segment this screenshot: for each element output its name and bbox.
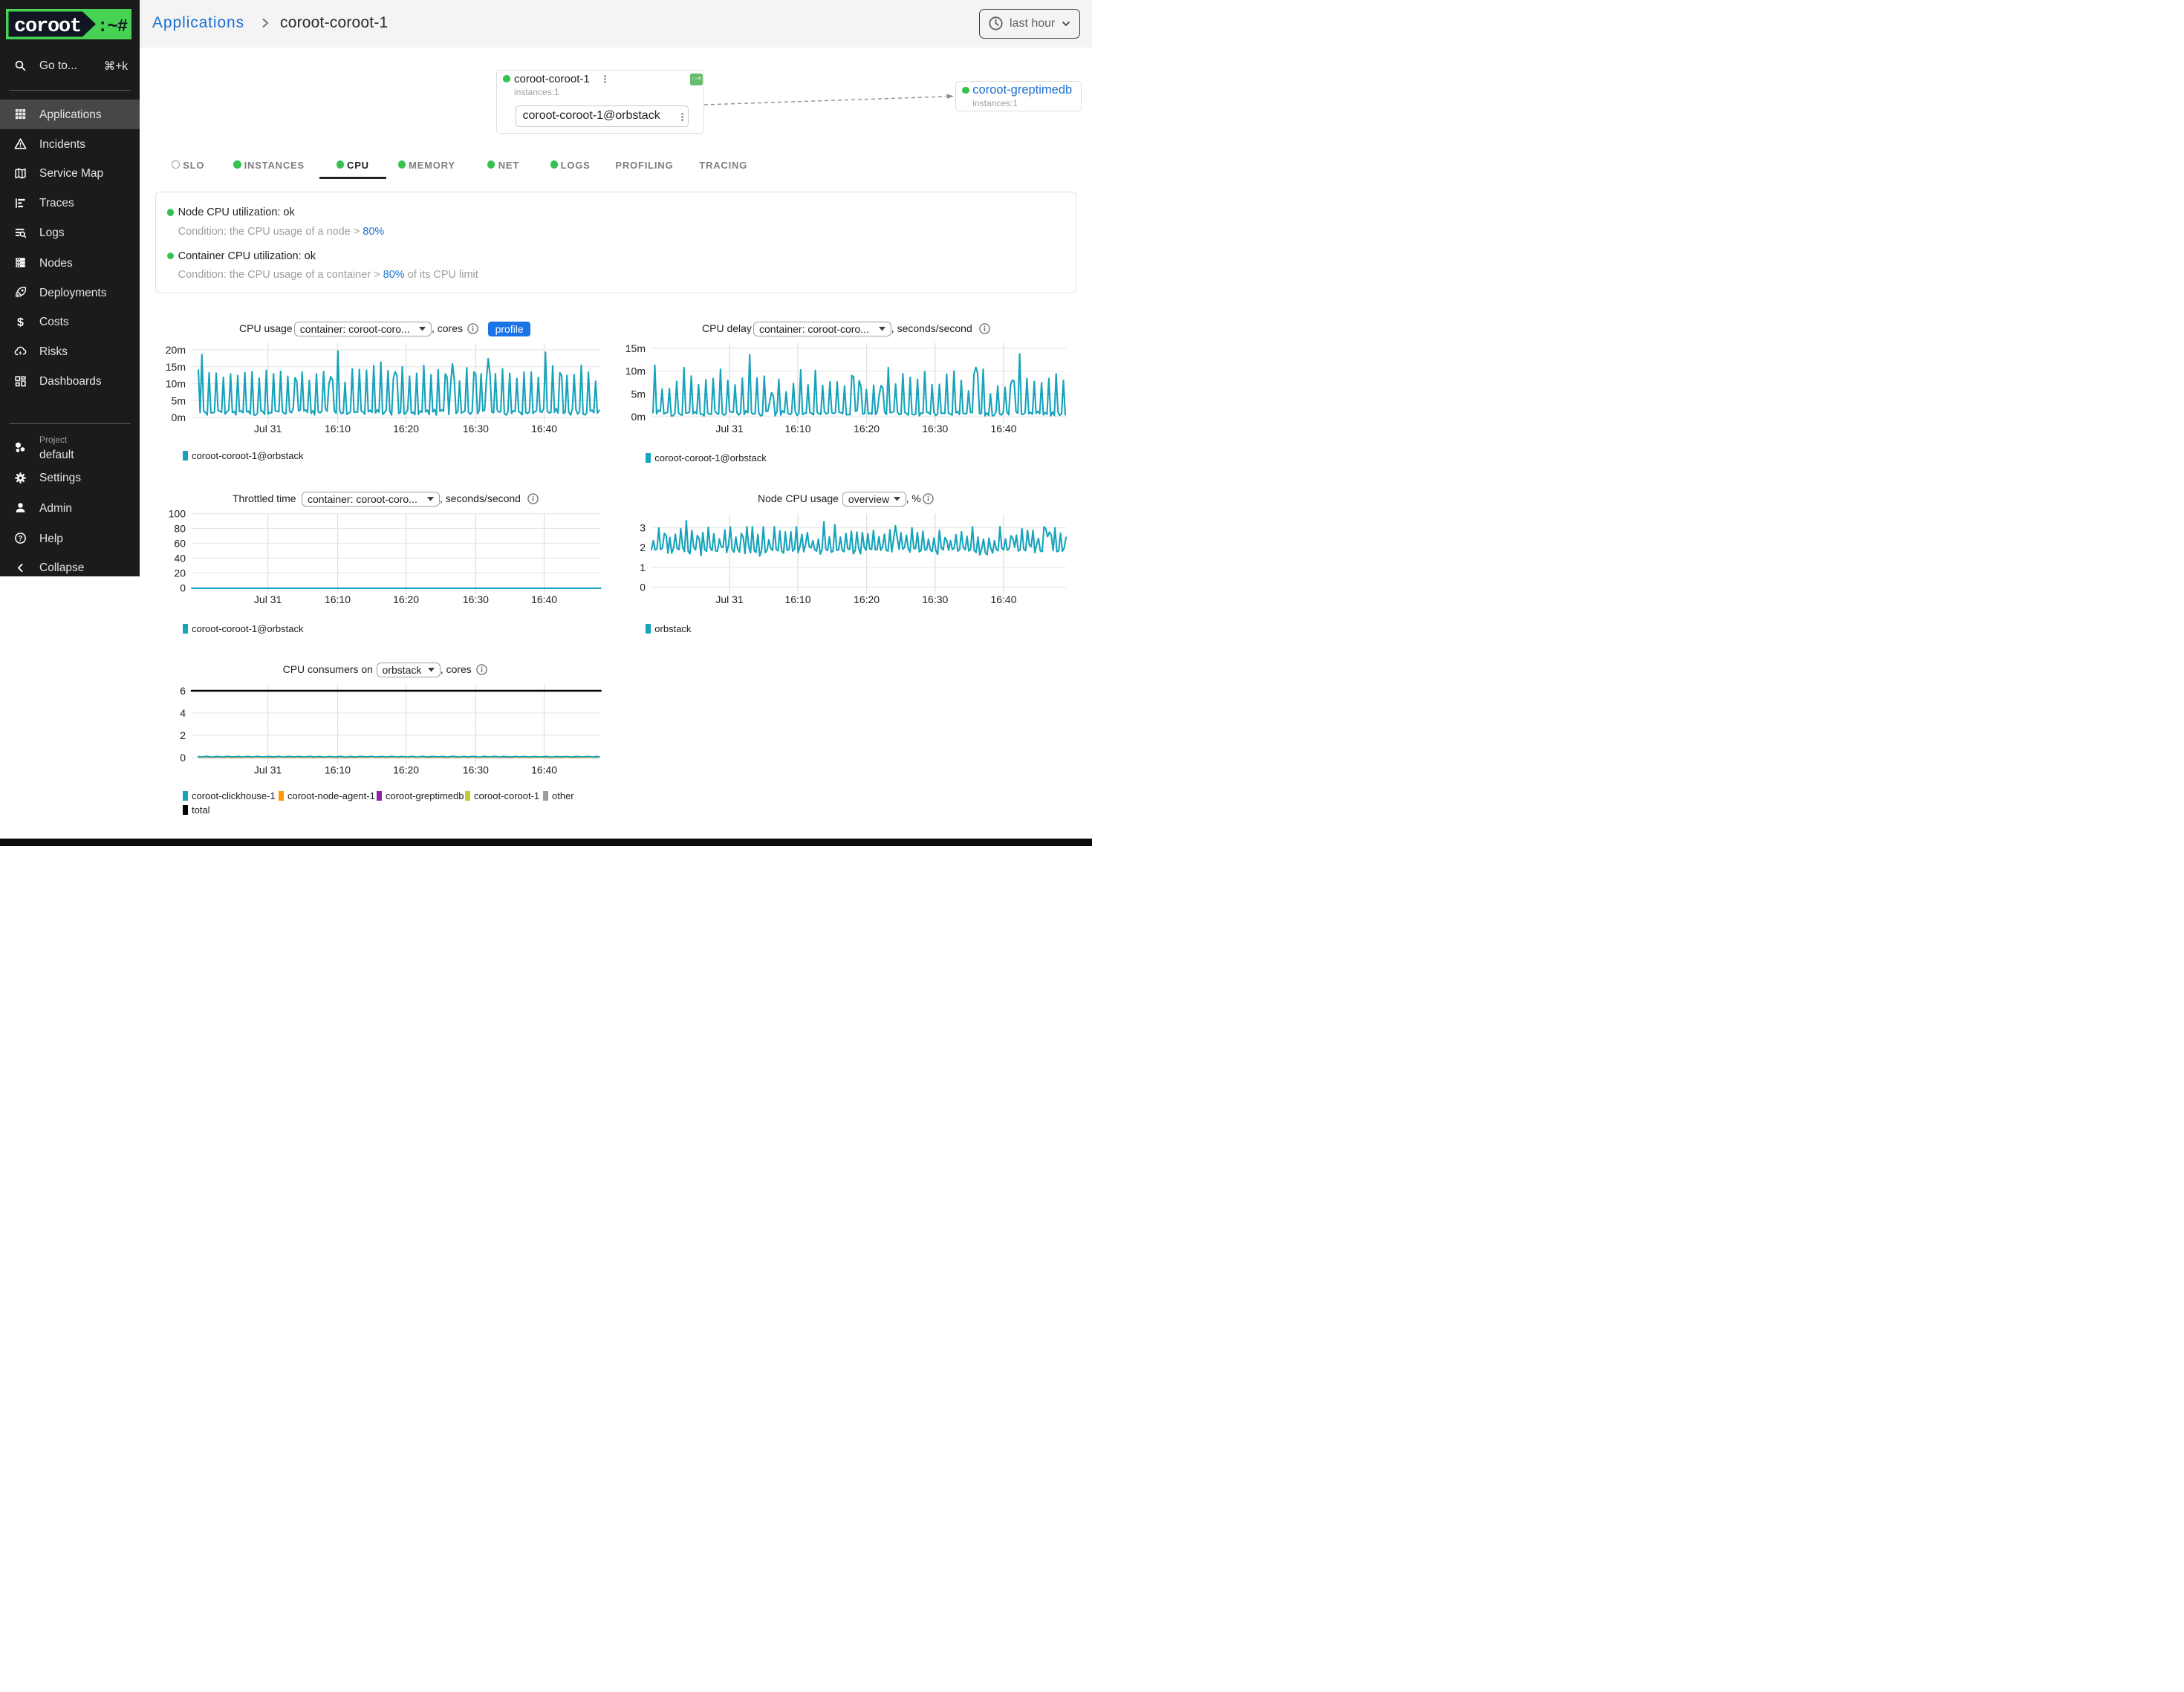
- svg-text:16:40: 16:40: [531, 764, 557, 776]
- svg-text:10m: 10m: [166, 378, 186, 390]
- svg-text:16:40: 16:40: [990, 423, 1016, 435]
- svg-text:100: 100: [169, 509, 186, 520]
- svg-text:16:30: 16:30: [922, 423, 948, 435]
- svg-text:16:40: 16:40: [531, 593, 557, 605]
- svg-text:16:10: 16:10: [325, 764, 351, 776]
- svg-text:10m: 10m: [625, 365, 646, 377]
- svg-text:6: 6: [180, 685, 186, 697]
- svg-text:5m: 5m: [631, 388, 646, 400]
- svg-text:Jul 31: Jul 31: [715, 593, 744, 605]
- svg-text::~#: :~#: [97, 17, 128, 37]
- svg-text:0: 0: [180, 582, 186, 593]
- svg-text:Jul 31: Jul 31: [254, 423, 282, 435]
- svg-text:80: 80: [174, 523, 186, 535]
- svg-text:16:10: 16:10: [784, 593, 810, 605]
- svg-text:15m: 15m: [166, 361, 186, 373]
- svg-text:16:20: 16:20: [393, 764, 419, 776]
- svg-text:16:20: 16:20: [393, 423, 419, 435]
- svg-text:1: 1: [640, 562, 646, 573]
- svg-text:16:30: 16:30: [463, 423, 489, 435]
- svg-text:?: ?: [19, 535, 23, 543]
- svg-text:16:40: 16:40: [990, 593, 1016, 605]
- svg-text:16:40: 16:40: [531, 423, 557, 435]
- svg-text:0m: 0m: [172, 411, 186, 423]
- svg-text:2: 2: [180, 729, 186, 741]
- svg-text:40: 40: [174, 552, 186, 564]
- svg-text:$: $: [17, 316, 24, 328]
- svg-text:16:20: 16:20: [854, 423, 880, 435]
- svg-text:16:10: 16:10: [325, 593, 351, 605]
- svg-text:16:30: 16:30: [463, 593, 489, 605]
- svg-text:16:30: 16:30: [463, 764, 489, 776]
- svg-text:16:20: 16:20: [854, 593, 880, 605]
- svg-text:Jul 31: Jul 31: [254, 593, 282, 605]
- svg-text:2: 2: [640, 541, 646, 553]
- svg-text:16:30: 16:30: [922, 593, 948, 605]
- svg-text:4: 4: [180, 707, 186, 719]
- svg-text:5m: 5m: [172, 394, 186, 406]
- svg-text:0m: 0m: [631, 411, 646, 423]
- svg-text:20: 20: [174, 567, 186, 579]
- svg-text:0: 0: [180, 752, 186, 764]
- svg-text:coroot: coroot: [14, 16, 81, 38]
- svg-text:16:10: 16:10: [325, 423, 351, 435]
- svg-text:15m: 15m: [625, 342, 646, 354]
- svg-text:Jul 31: Jul 31: [715, 423, 744, 435]
- svg-text:16:10: 16:10: [784, 423, 810, 435]
- svg-text:Jul 31: Jul 31: [254, 764, 282, 776]
- svg-text:16:20: 16:20: [393, 593, 419, 605]
- svg-text:20m: 20m: [166, 344, 186, 356]
- svg-text:60: 60: [174, 538, 186, 550]
- svg-text:3: 3: [640, 522, 646, 534]
- svg-text:0: 0: [640, 582, 646, 593]
